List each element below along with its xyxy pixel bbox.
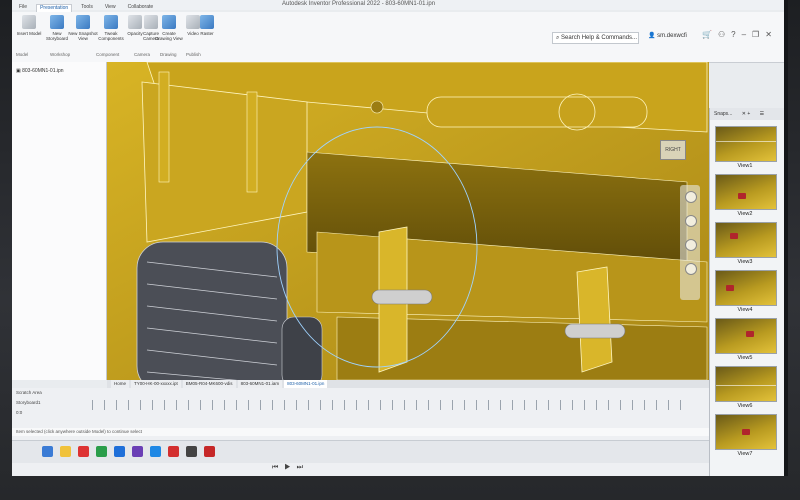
time-readout: 0:0: [16, 410, 23, 415]
help-icon[interactable]: ?: [731, 30, 741, 39]
group-camera: Camera: [134, 52, 151, 57]
snapshot-views-panel: Snaps... ✕ + ☰ View1 View2 View3 View4 V…: [709, 108, 784, 476]
raster-icon: [200, 15, 214, 29]
doc-tab-active[interactable]: 803-60MN1-01.ipn: [284, 380, 328, 388]
autodesk-icon[interactable]: [204, 446, 215, 457]
close-icon[interactable]: ✕: [742, 111, 746, 117]
start-icon[interactable]: [42, 446, 53, 457]
status-bar: Item selected (click anywhere outside Mo…: [12, 428, 713, 436]
play-icon[interactable]: ▶: [284, 464, 296, 471]
snapshot-thumb-3[interactable]: [715, 222, 777, 258]
raster-button[interactable]: Raster: [192, 15, 222, 36]
pin-left: [371, 289, 433, 305]
tab-collaborate[interactable]: Collaborate: [125, 4, 157, 12]
orbit-icon[interactable]: [685, 263, 697, 275]
screen: Autodesk Inventor Professional 2022 - 80…: [12, 0, 788, 476]
hydraulic-cylinder: [426, 96, 648, 128]
app-icon-1[interactable]: [78, 446, 89, 457]
ribbon: Insert Model New Storyboard New Snapshot…: [12, 12, 784, 63]
doc-tab-3[interactable]: 803-60MN1-01.iam: [237, 380, 283, 388]
title-toolbar: 🛒⚇?–❐✕: [702, 30, 778, 39]
taskbar: [12, 440, 709, 463]
doc-tab-2[interactable]: BM05-R04-MK600-vdis: [182, 380, 236, 388]
snapshot-label-7: View7: [737, 451, 753, 457]
snapshot-label-4: View4: [737, 307, 753, 313]
edge-icon[interactable]: [114, 446, 125, 457]
user-icon: 👤: [648, 33, 658, 39]
bracket-left: [158, 71, 170, 183]
tab-file[interactable]: File: [16, 4, 30, 12]
cart-icon[interactable]: 🛒: [702, 30, 718, 39]
clevis-plate-right: [576, 266, 613, 373]
browser-root-node[interactable]: ▣ 803-60MN1-01.ipn: [16, 68, 64, 74]
acrobat-icon[interactable]: [168, 446, 179, 457]
group-model: Model: [16, 52, 29, 57]
steering-wheel-icon[interactable]: [685, 191, 697, 203]
snapshot-panel-header: Snaps... ✕ + ☰: [710, 108, 784, 120]
snapshot-label-2: View2: [737, 211, 753, 217]
snapshot-thumb-2[interactable]: [715, 174, 777, 210]
app-icon-4[interactable]: [150, 446, 161, 457]
model-browser: ▣ 803-60MN1-01.ipn: [12, 62, 107, 380]
snapshot-label-3: View3: [737, 259, 753, 265]
forward-icon[interactable]: ⏭: [297, 464, 309, 471]
viewcube[interactable]: RIGHT: [660, 140, 686, 160]
people-icon[interactable]: ⚇: [718, 30, 731, 39]
tire: [136, 241, 288, 380]
storyboard-tab[interactable]: Storyboard1: [16, 400, 41, 405]
search-input[interactable]: ⌕ Search Help & Commands...: [552, 32, 639, 44]
add-icon[interactable]: +: [747, 111, 750, 117]
group-workshop: Workshop: [50, 52, 71, 57]
snapshot-thumb-6[interactable]: [715, 366, 777, 402]
new-snapshot-icon: [76, 15, 90, 29]
explorer-icon[interactable]: [60, 446, 71, 457]
timeline-ruler[interactable]: [92, 400, 692, 410]
rewind-icon[interactable]: ⏮: [272, 464, 284, 471]
snapshot-thumb-4[interactable]: [715, 270, 777, 306]
tab-presentation[interactable]: Presentation: [36, 4, 73, 12]
snapshot-thumb-5[interactable]: [715, 318, 777, 354]
app-icon-2[interactable]: [96, 446, 107, 457]
snapshot-label-1: View1: [737, 163, 753, 169]
minimize-icon[interactable]: –: [742, 30, 752, 39]
zoom-icon[interactable]: [685, 239, 697, 251]
snapshot-thumb-7[interactable]: [715, 414, 777, 450]
insert-model-button[interactable]: Insert Model: [14, 15, 44, 36]
insert-model-icon: [22, 15, 36, 29]
menu-icon[interactable]: ☰: [760, 111, 764, 117]
group-drawing: Drawing: [160, 52, 177, 57]
document-tabs: Home TY00-HK-00-xxxxx.ipt BM05-R04-MK600…: [107, 380, 713, 388]
graphics-viewport[interactable]: [107, 62, 709, 380]
close-icon[interactable]: ✕: [765, 30, 778, 39]
group-component: Component: [96, 52, 120, 57]
app-icon-5[interactable]: [186, 446, 197, 457]
restore-icon[interactable]: ❐: [752, 30, 765, 39]
snapshot-label-5: View5: [737, 355, 753, 361]
navigation-bar: [680, 185, 700, 300]
model-render: [107, 62, 709, 380]
tab-tools[interactable]: Tools: [78, 4, 96, 12]
doc-tab-home[interactable]: Home: [111, 380, 130, 388]
create-drawing-view-icon: [162, 15, 176, 29]
tab-view[interactable]: View: [102, 4, 119, 12]
playback-controls: ⏮▶⏭: [272, 464, 309, 472]
bracket-mid: [246, 91, 258, 193]
mount-hole: [370, 100, 384, 114]
window-title: Autodesk Inventor Professional 2022 - 80…: [282, 1, 436, 7]
tweak-components-icon: [104, 15, 118, 29]
app-icon-3[interactable]: [132, 446, 143, 457]
user-account[interactable]: 👤 sm.dexwcfi: [648, 32, 687, 39]
pan-icon[interactable]: [685, 215, 697, 227]
group-publish: Publish: [186, 52, 201, 57]
ribbon-tabs: File Presentation Tools View Collaborate: [12, 4, 156, 12]
doc-tab-1[interactable]: TY00-HK-00-xxxxx.ipt: [131, 380, 181, 388]
new-snapshot-button[interactable]: New Snapshot View: [68, 15, 98, 41]
pin-right: [564, 323, 626, 339]
snapshot-thumb-1[interactable]: [715, 126, 777, 162]
new-storyboard-icon: [50, 15, 64, 29]
scratch-area-label: Scratch Area: [16, 390, 42, 395]
snapshot-label-6: View6: [737, 403, 753, 409]
